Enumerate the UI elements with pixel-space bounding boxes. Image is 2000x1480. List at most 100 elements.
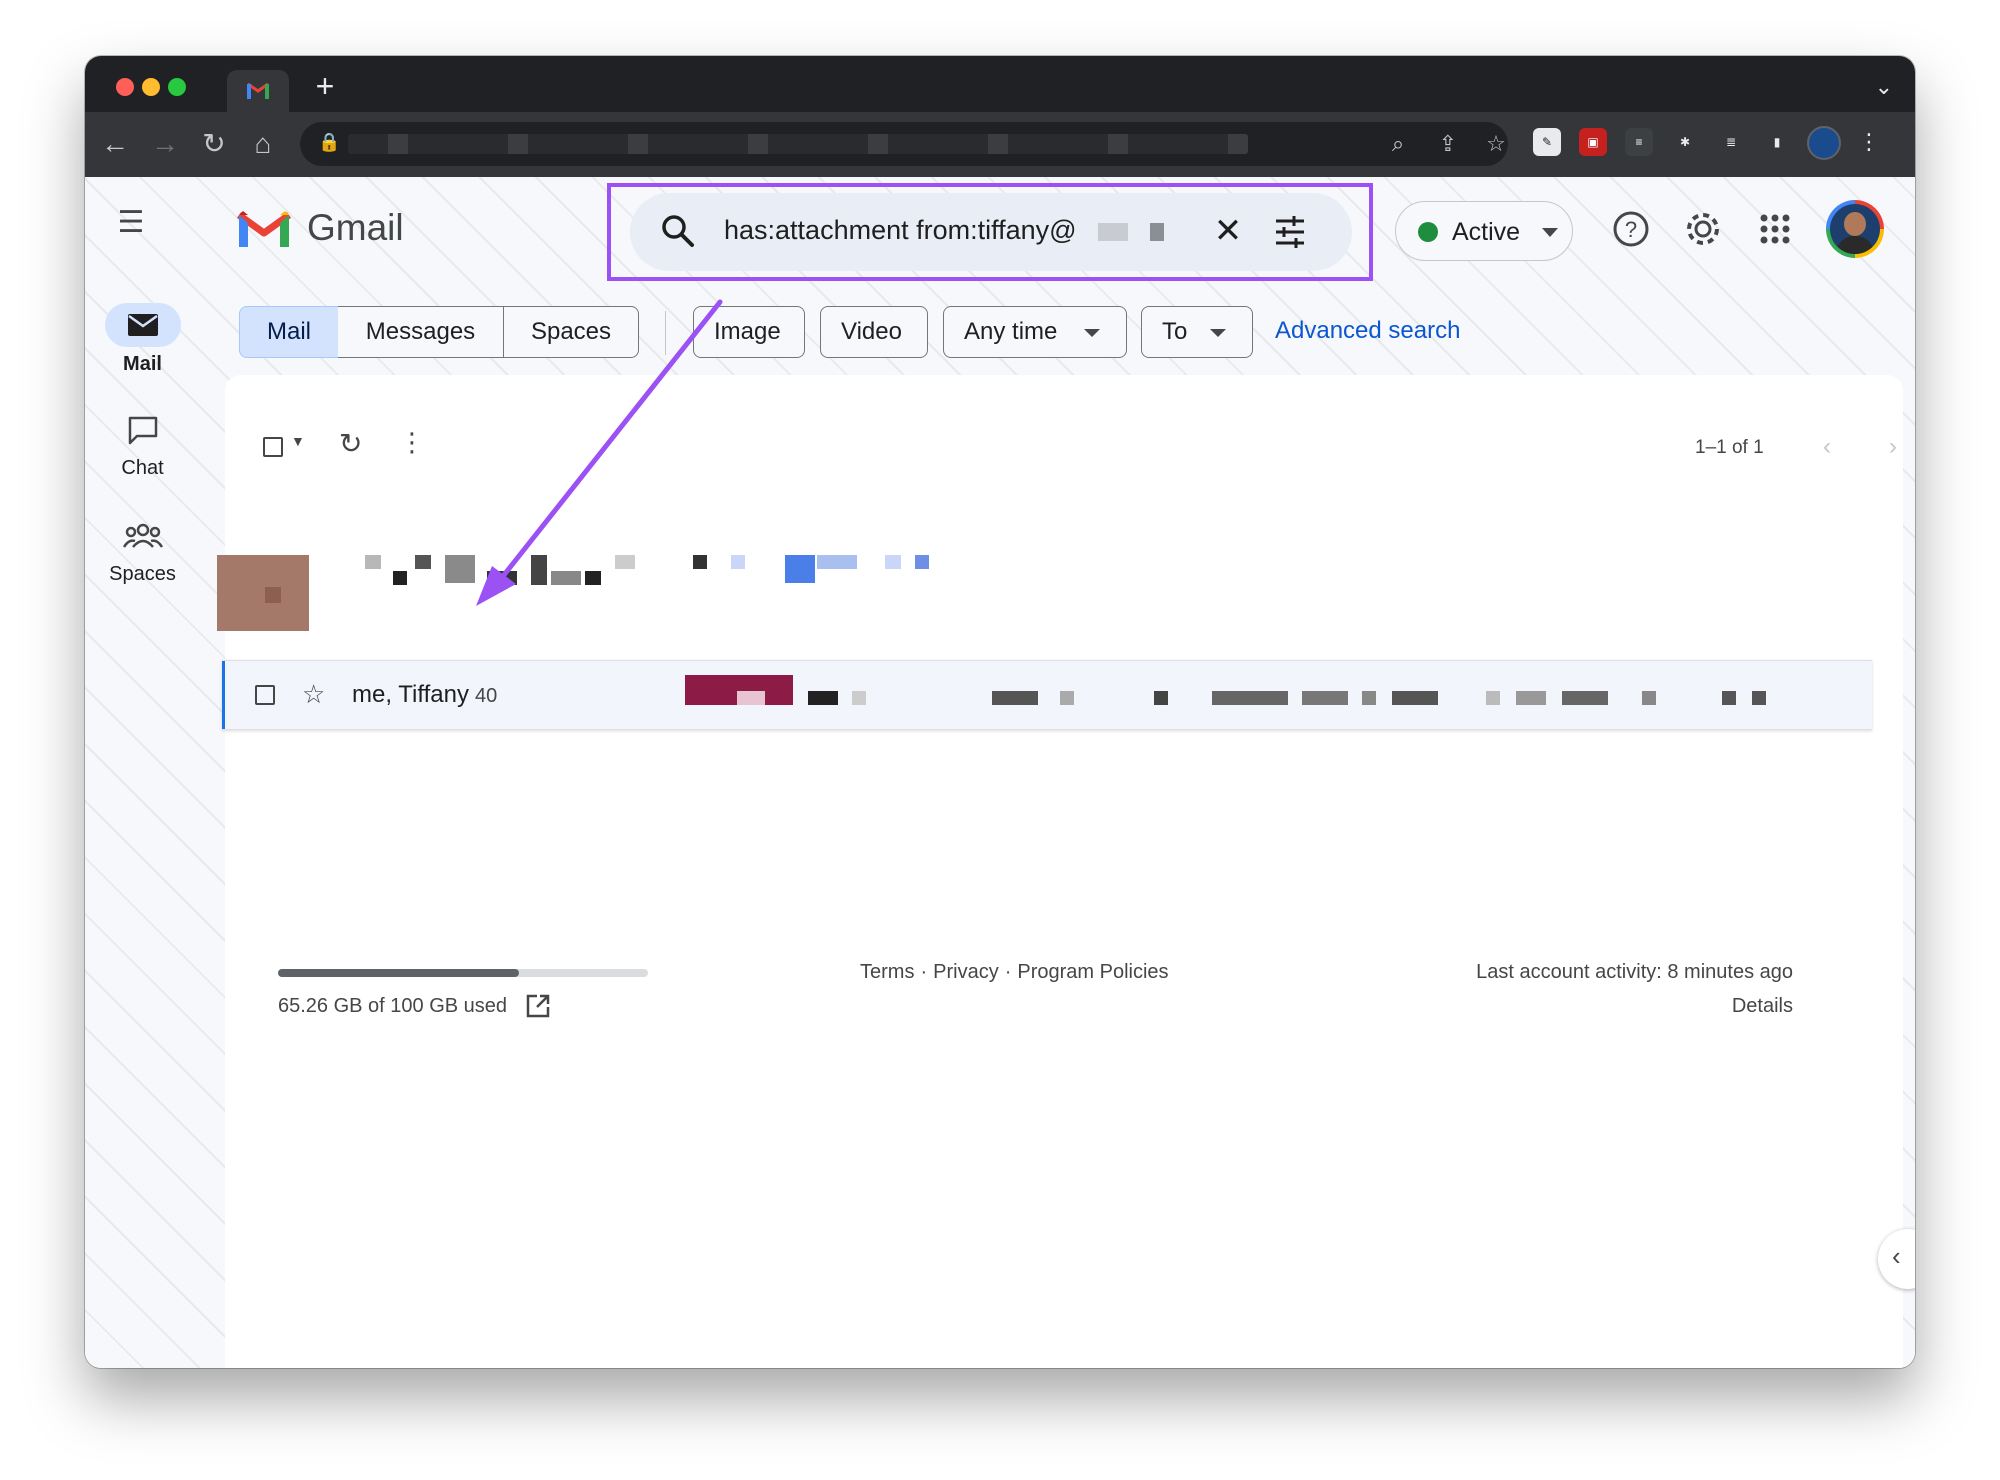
address-bar[interactable]: 🔒 ⌕ ⇪ ☆ bbox=[300, 122, 1508, 166]
redacted-subject bbox=[1486, 691, 1500, 705]
select-all-checkbox[interactable] bbox=[263, 437, 283, 457]
kebab-menu-icon[interactable]: ⋮ bbox=[1855, 128, 1883, 156]
home-icon[interactable]: ⌂ bbox=[245, 126, 281, 162]
segment-messages[interactable]: Messages bbox=[338, 306, 504, 358]
redacted-label-detail bbox=[737, 691, 765, 705]
maximize-window-button[interactable] bbox=[168, 78, 186, 96]
forward-arrow-icon[interactable]: → bbox=[147, 126, 183, 162]
select-menu-caret-icon[interactable]: ▼ bbox=[291, 433, 305, 449]
gmail-app: ☰ Gmail has:attachment from:tiffany@ ✕ A… bbox=[85, 177, 1915, 1368]
redacted-text bbox=[693, 555, 707, 569]
last-activity-text: Last account activity: 8 minutes ago bbox=[1476, 961, 1793, 983]
chevron-left-icon: ‹ bbox=[1892, 1241, 1901, 1271]
redacted-text bbox=[551, 571, 581, 585]
redacted-subject bbox=[1154, 691, 1168, 705]
chip-video[interactable]: Video bbox=[820, 306, 928, 358]
reload-icon[interactable]: ↻ bbox=[196, 126, 232, 162]
program-policies-link[interactable]: Program Policies bbox=[1017, 961, 1168, 983]
mail-icon bbox=[128, 314, 158, 336]
browser-chrome: + ⌄ ← → ↻ ⌂ 🔒 ⌕ ⇪ ☆ ✎ ▣ ≡ ✱ ≣ ▮ ⋮ bbox=[85, 56, 1915, 177]
star-icon[interactable]: ☆ bbox=[302, 679, 325, 710]
caret-down-icon bbox=[1542, 228, 1558, 237]
activity-details-link[interactable]: Details bbox=[1732, 995, 1793, 1018]
bookmark-star-icon[interactable]: ☆ bbox=[1482, 130, 1510, 158]
row-checkbox[interactable] bbox=[255, 685, 275, 705]
redacted-text bbox=[585, 571, 601, 585]
status-label: Active bbox=[1452, 218, 1521, 246]
search-highlight-annotation bbox=[607, 183, 1373, 281]
gmail-logo-icon bbox=[237, 211, 291, 247]
lock-icon: 🔒 bbox=[318, 132, 341, 152]
row-focus-accent bbox=[222, 661, 225, 729]
redacted-text bbox=[393, 571, 407, 585]
segment-mail[interactable]: Mail bbox=[239, 306, 339, 358]
sender-name: me, Tiffany bbox=[352, 681, 469, 708]
chip-video-label: Video bbox=[841, 318, 902, 345]
segment-spaces[interactable]: Spaces bbox=[503, 306, 639, 358]
next-page-icon[interactable]: › bbox=[1889, 433, 1897, 461]
redacted-subject bbox=[1562, 691, 1608, 705]
separator: · bbox=[1004, 961, 1012, 983]
zoom-icon[interactable]: ⌕ bbox=[1384, 130, 1412, 158]
terms-link[interactable]: Terms bbox=[860, 961, 914, 983]
redacted-subject bbox=[1642, 691, 1656, 705]
redacted-subject bbox=[808, 691, 838, 705]
sender-cell: me, Tiffany 40 bbox=[352, 681, 497, 709]
redacted-text bbox=[817, 555, 857, 569]
main-menu-icon[interactable]: ☰ bbox=[107, 199, 155, 247]
status-selector[interactable]: Active bbox=[1395, 201, 1573, 261]
refresh-icon[interactable]: ↻ bbox=[339, 427, 362, 460]
rail-spaces-label: Spaces bbox=[109, 563, 176, 585]
chip-any-time-label: Any time bbox=[964, 318, 1058, 345]
minimize-window-button[interactable] bbox=[142, 78, 160, 96]
back-arrow-icon[interactable]: ← bbox=[97, 126, 133, 162]
new-tab-button[interactable]: + bbox=[307, 68, 343, 104]
share-icon[interactable]: ⇪ bbox=[1434, 130, 1462, 158]
table-row[interactable]: ☆ me, Tiffany 40 bbox=[222, 660, 1872, 730]
redacted-subject bbox=[852, 691, 866, 705]
pagination-label: 1–1 of 1 bbox=[1695, 437, 1764, 458]
more-options-icon[interactable]: ⋮ bbox=[399, 427, 425, 458]
extension-palette-icon[interactable]: ≡ bbox=[1625, 128, 1653, 156]
chip-to[interactable]: To bbox=[1141, 306, 1253, 358]
redacted-subject bbox=[1392, 691, 1438, 705]
media-queue-icon[interactable]: ≣ bbox=[1717, 128, 1745, 156]
browser-profile-avatar[interactable] bbox=[1807, 126, 1841, 160]
redacted-text bbox=[445, 555, 475, 583]
chip-image[interactable]: Image bbox=[693, 306, 805, 358]
side-panel-icon[interactable]: ▮ bbox=[1763, 128, 1791, 156]
account-avatar[interactable] bbox=[1826, 200, 1884, 258]
previous-page-icon[interactable]: ‹ bbox=[1823, 433, 1831, 461]
redacted-subject bbox=[1060, 691, 1074, 705]
spaces-icon bbox=[123, 523, 163, 548]
redacted-text bbox=[415, 555, 431, 569]
redacted-text bbox=[531, 555, 547, 585]
avatar-face bbox=[1844, 212, 1866, 236]
redacted-text bbox=[785, 555, 815, 583]
footer-links: Terms · Privacy · Program Policies bbox=[860, 961, 1169, 984]
redacted-subject bbox=[1212, 691, 1288, 705]
help-icon[interactable]: ? bbox=[1609, 207, 1653, 251]
avatar-body bbox=[1836, 236, 1874, 254]
tab-search-chevron-icon[interactable]: ⌄ bbox=[1875, 74, 1893, 100]
redacted-subject bbox=[1516, 691, 1546, 705]
redacted-thumbnail bbox=[217, 555, 309, 631]
privacy-link[interactable]: Privacy bbox=[933, 961, 999, 983]
chip-to-label: To bbox=[1162, 318, 1188, 345]
caret-down-icon bbox=[1084, 329, 1100, 337]
thread-count: 40 bbox=[474, 685, 498, 707]
storage-usage-text: 65.26 GB of 100 GB used bbox=[278, 995, 508, 1017]
browser-tab-gmail[interactable] bbox=[227, 70, 289, 112]
redacted-subject bbox=[1752, 691, 1766, 705]
svg-text:?: ? bbox=[1625, 217, 1637, 242]
apps-grid-icon[interactable] bbox=[1753, 207, 1797, 251]
close-window-button[interactable] bbox=[116, 78, 134, 96]
advanced-search-link[interactable]: Advanced search bbox=[1275, 317, 1460, 345]
extension-icon[interactable]: ✎ bbox=[1533, 128, 1561, 156]
puzzle-icon[interactable]: ✱ bbox=[1671, 128, 1699, 156]
open-in-new-icon[interactable] bbox=[525, 993, 551, 1019]
chip-any-time[interactable]: Any time bbox=[943, 306, 1127, 358]
settings-gear-icon[interactable] bbox=[1681, 207, 1725, 251]
extension-counter-icon[interactable]: ▣ bbox=[1579, 128, 1607, 156]
redacted-text bbox=[915, 555, 929, 569]
